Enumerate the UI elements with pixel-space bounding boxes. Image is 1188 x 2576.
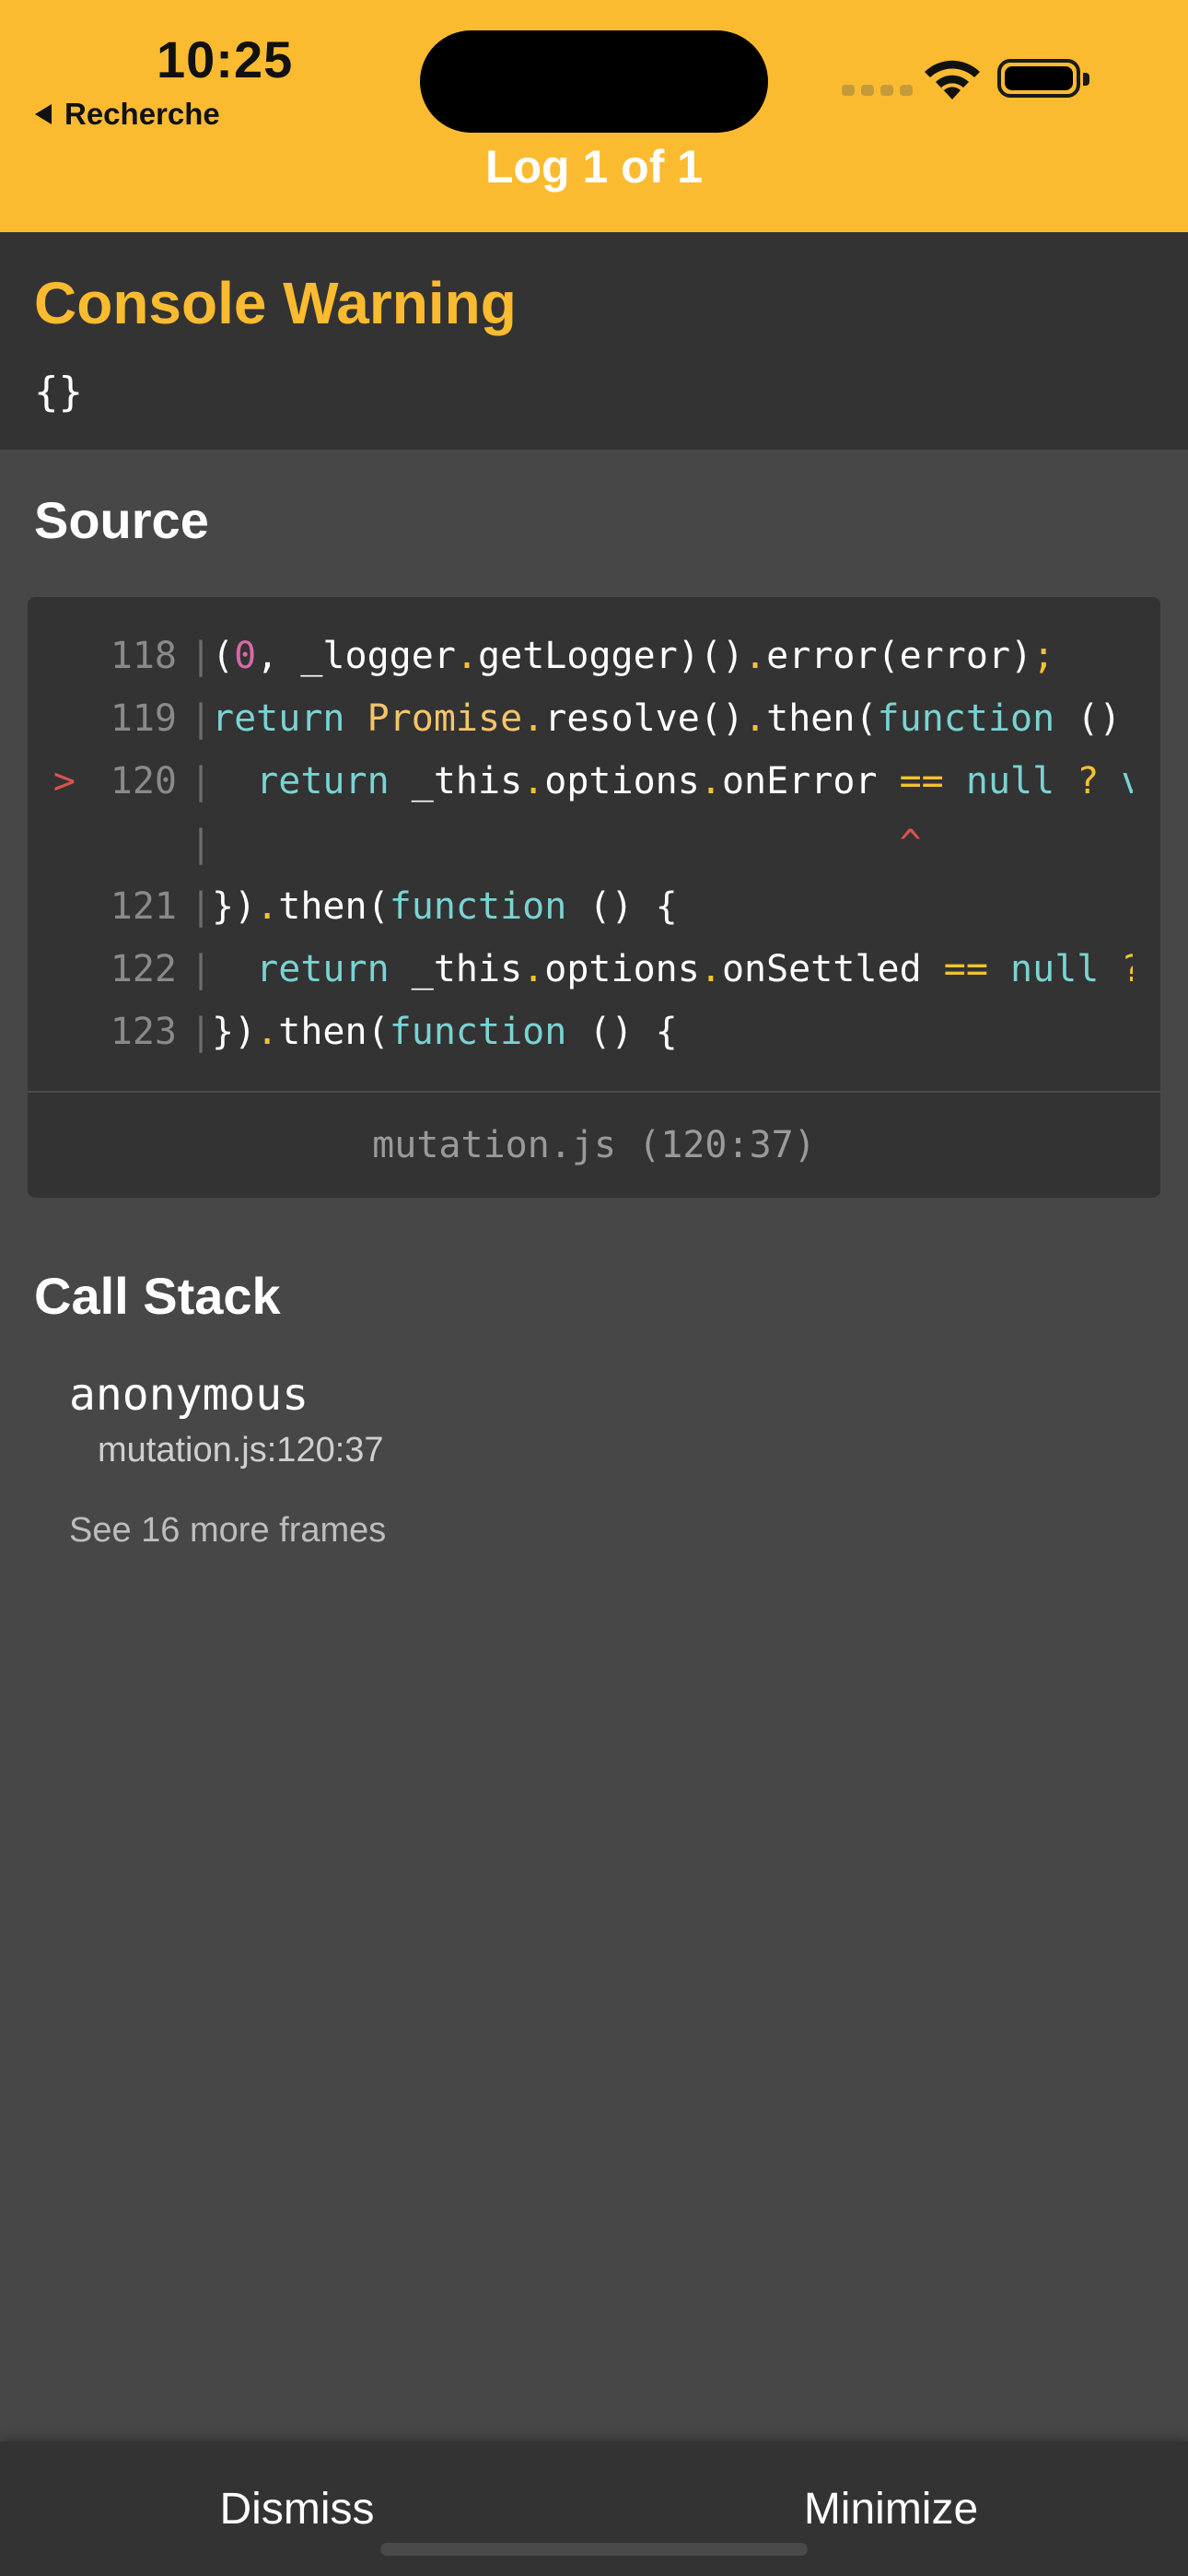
gutter-separator: | [190, 823, 213, 865]
gutter-separator: | [190, 760, 213, 802]
log-box-screen: 10:25 Recherche Log 1 of 1 Console Warni… [0, 0, 1188, 2576]
back-button[interactable]: Recherche [35, 96, 220, 133]
see-more-frames-link[interactable]: See 16 more frames [69, 1511, 386, 1551]
gutter-separator: | [190, 1011, 213, 1053]
line-number: 121 [110, 885, 177, 928]
line-number: 118 [110, 635, 177, 677]
log-counter-title: Log 1 of 1 [484, 141, 704, 193]
current-line-marker: > [52, 760, 76, 802]
warning-title: Console Warning [34, 270, 517, 336]
stack-frame-name[interactable]: anonymous [69, 1369, 309, 1421]
dismiss-button[interactable]: Dismiss [0, 2441, 594, 2576]
code-text: return _this.options.onSettled == null ? [256, 948, 1133, 990]
header: 10:25 Recherche Log 1 of 1 [0, 0, 1188, 232]
dynamic-island [420, 30, 768, 133]
gutter-separator: | [190, 885, 213, 928]
code-frame[interactable]: 118 | (0, _logger.getLogger)().error(error… [28, 597, 1160, 1198]
warning-block: Console Warning {} [0, 232, 1188, 450]
home-indicator [380, 2543, 808, 2556]
code-text: }).then(function () { [212, 885, 678, 928]
cellular-signal-icon [842, 85, 913, 96]
code-line: 119 | return Promise.resolve().then(functi… [28, 687, 1160, 750]
line-number: 120 [110, 760, 177, 802]
back-arrow-icon [35, 104, 52, 124]
call-stack-heading: Call Stack [34, 1267, 281, 1325]
wifi-icon [925, 60, 980, 100]
minimize-button[interactable]: Minimize [594, 2441, 1188, 2576]
battery-icon [997, 59, 1089, 98]
code-text: (0, _logger.getLogger)().error(error); [212, 635, 1055, 677]
code-text: return Promise.resolve().then(function (… [212, 697, 1122, 740]
code-line: | ^ [28, 813, 1160, 875]
code-line: 118 | (0, _logger.getLogger)().error(error… [28, 625, 1160, 687]
back-label: Recherche [64, 97, 220, 131]
line-number: 122 [110, 948, 177, 990]
line-number: 123 [110, 1011, 177, 1053]
code-text: }).then(function () { [212, 1011, 678, 1053]
code-line: >120 | return _this.options.onError == nu… [28, 750, 1160, 813]
code-text: ^ [899, 823, 922, 865]
stack-frame-location: mutation.js:120:37 [98, 1431, 384, 1469]
line-number: 119 [110, 697, 177, 740]
gutter-separator: | [190, 948, 213, 990]
code-line: 122 | return _this.options.onSettled == n… [28, 938, 1160, 1001]
status-time: 10:25 [157, 30, 294, 88]
code-text: return _this.options.onError == null ? v… [256, 760, 1133, 802]
code-line: 123 |}).then(function () { [28, 1001, 1160, 1063]
code-line: 121 |}).then(function () { [28, 875, 1160, 938]
warning-message: {} [34, 369, 83, 416]
gutter-separator: | [190, 635, 213, 677]
bottom-action-bar: Dismiss Minimize [0, 2441, 1188, 2576]
source-heading: Source [34, 491, 209, 549]
gutter-separator: | [190, 697, 213, 740]
source-file-location[interactable]: mutation.js (120:37) [28, 1091, 1160, 1198]
